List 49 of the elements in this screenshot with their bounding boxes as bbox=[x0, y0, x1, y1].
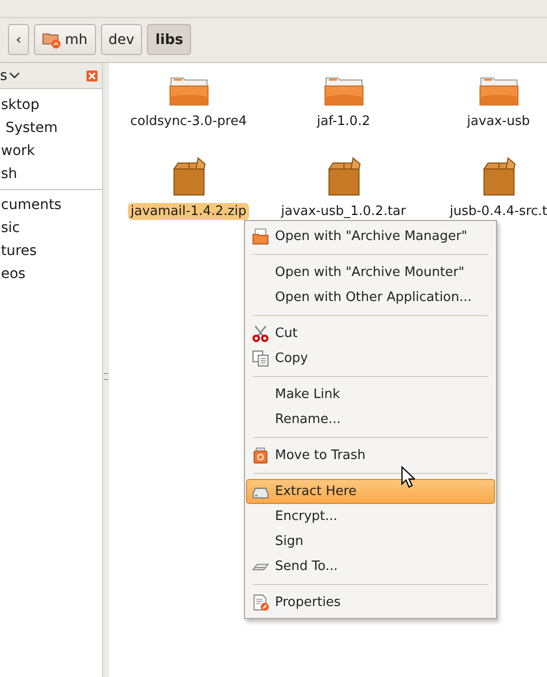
archive-folder-icon bbox=[252, 228, 269, 245]
document-wrench-icon bbox=[252, 594, 269, 611]
menu-item[interactable]: Cut bbox=[246, 321, 495, 346]
menu-item[interactable]: Extract Here bbox=[246, 479, 495, 504]
menu-item[interactable]: Send To... bbox=[246, 554, 495, 579]
menu-item[interactable]: Sign bbox=[246, 529, 495, 554]
menu-item[interactable]: Copy bbox=[246, 346, 495, 371]
file-name[interactable]: javax-usb_1.0.2.tar bbox=[278, 203, 409, 220]
sidebar-item[interactable]: sh bbox=[0, 163, 102, 186]
splitter-grip[interactable] bbox=[104, 372, 108, 380]
back-button[interactable]: ‹ bbox=[8, 24, 29, 55]
path-button[interactable]: mh bbox=[34, 24, 96, 55]
package-icon bbox=[326, 157, 360, 197]
trash-icon bbox=[252, 447, 269, 464]
menu-item[interactable]: Rename... bbox=[246, 407, 495, 432]
menu-item[interactable]: Encrypt... bbox=[246, 504, 495, 529]
path-button[interactable]: libs bbox=[147, 24, 192, 55]
package-icon bbox=[172, 157, 206, 197]
sidebar-item[interactable]: System bbox=[0, 117, 102, 140]
folder-icon bbox=[168, 75, 208, 107]
path-button[interactable]: dev bbox=[100, 24, 142, 55]
sidebar-item[interactable]: sktop bbox=[0, 94, 102, 117]
file-name[interactable]: jaf-1.0.2 bbox=[314, 113, 374, 130]
file-name[interactable]: javamail-1.4.2.zip bbox=[128, 203, 250, 220]
menu-item[interactable]: Open with "Archive Manager" bbox=[246, 224, 495, 249]
menu-item[interactable]: Make Link bbox=[246, 382, 495, 407]
home-folder-icon bbox=[42, 30, 62, 48]
sidebar-item[interactable]: sic bbox=[0, 217, 102, 240]
sidebar-item[interactable]: tures bbox=[0, 240, 102, 263]
menu-item[interactable]: Open with Other Application... bbox=[246, 285, 495, 310]
menu-item[interactable]: Move to Trash bbox=[246, 443, 495, 468]
sidebar-item[interactable]: cuments bbox=[0, 194, 102, 217]
file-name[interactable]: coldsync-3.0-pre4 bbox=[127, 113, 250, 130]
file-name[interactable]: jusb-0.4.4-src.t bbox=[446, 203, 547, 220]
chevron-down-icon[interactable] bbox=[9, 72, 20, 79]
sidebar-item[interactable]: eos bbox=[0, 263, 102, 286]
menu-item[interactable]: Properties bbox=[246, 590, 495, 615]
package-icon bbox=[482, 157, 516, 197]
file-name[interactable]: javax-usb bbox=[464, 113, 533, 130]
mouse-pointer-icon bbox=[401, 466, 415, 488]
sidebar-title[interactable]: s bbox=[0, 68, 8, 84]
scissors-icon bbox=[252, 325, 269, 342]
folder-icon bbox=[478, 75, 518, 107]
close-icon[interactable] bbox=[86, 70, 98, 82]
copy-icon bbox=[252, 350, 269, 367]
folder-icon bbox=[324, 75, 364, 107]
sidebar-item[interactable]: work bbox=[0, 140, 102, 163]
tray-icon bbox=[252, 562, 269, 570]
menu-item[interactable]: Open with "Archive Mounter" bbox=[246, 260, 495, 285]
